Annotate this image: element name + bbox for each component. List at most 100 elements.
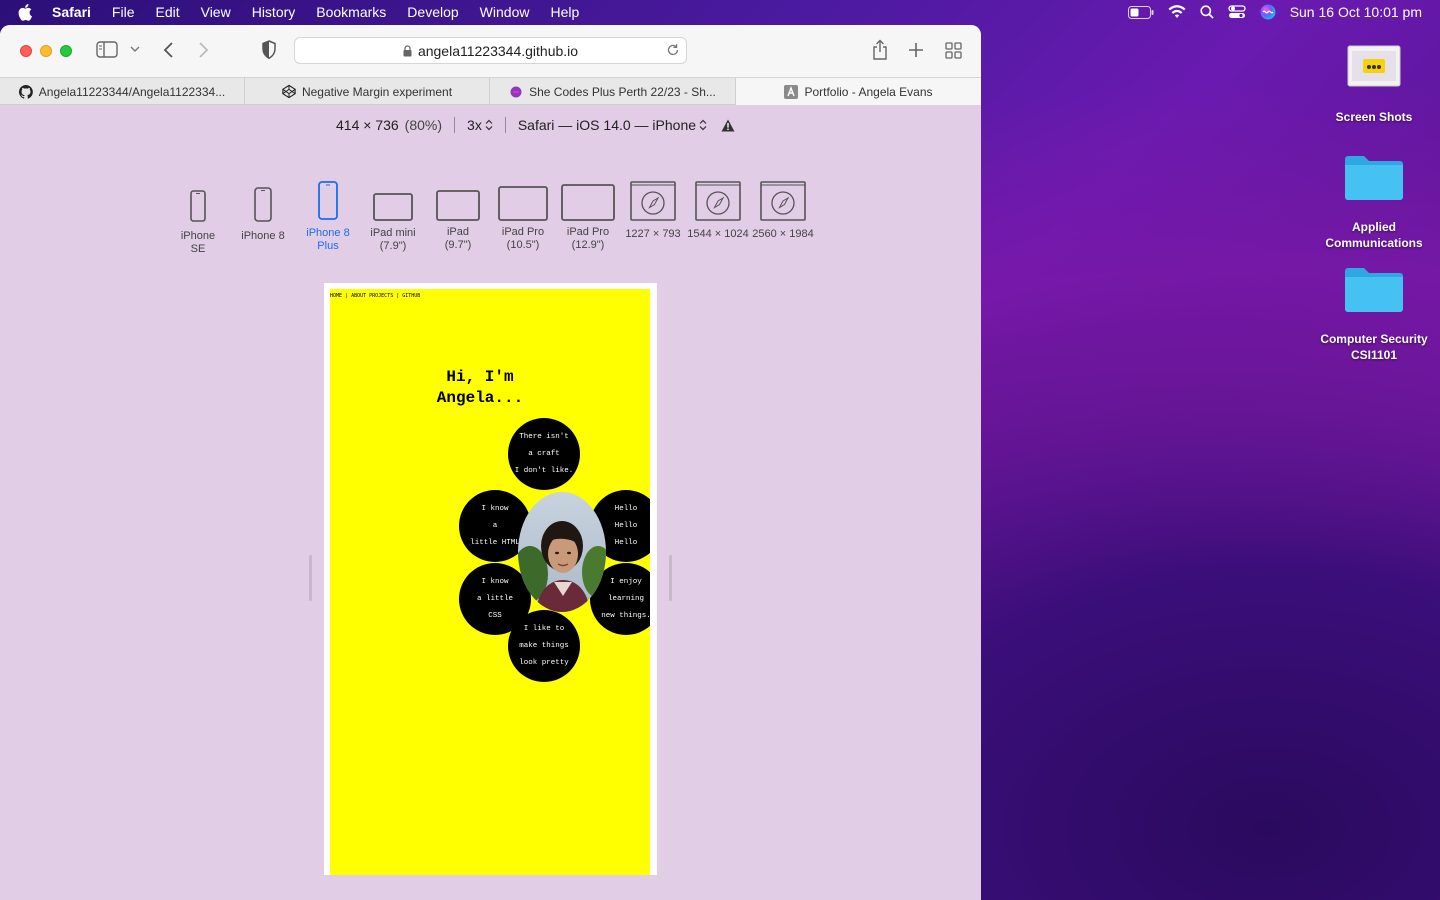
bubble-pretty: I like to make things look pretty: [508, 610, 580, 682]
apple-icon[interactable]: [18, 3, 34, 21]
letter-a-icon: [784, 84, 799, 99]
device-label: iPhone 8 Plus: [306, 227, 350, 252]
back-button[interactable]: [162, 41, 174, 59]
device-label: iPad mini (7.9"): [370, 227, 416, 252]
browser-toolbar: angela11223344.github.io: [0, 25, 981, 77]
share-icon[interactable]: [871, 39, 889, 61]
menu-window[interactable]: Window: [480, 4, 530, 20]
bubble-craft: There isn't a craft I don't like.: [508, 418, 580, 490]
bubble-line: I know: [481, 504, 509, 513]
tablet-icon: [561, 184, 615, 221]
menu-edit[interactable]: Edit: [155, 4, 179, 20]
tab-label: Angela11223344/Angela1122334...: [38, 84, 226, 99]
bubble-line: There isn't: [519, 432, 569, 441]
updown-chevron-icon: [699, 119, 707, 131]
menubar-clock[interactable]: Sun 16 Oct 10:01 pm: [1290, 4, 1422, 20]
minimize-window-button[interactable]: [40, 45, 52, 57]
bubble-line: make things: [519, 641, 569, 650]
device-ipad[interactable]: iPad (9.7"): [431, 189, 485, 252]
chevron-down-icon[interactable]: [130, 46, 140, 53]
bubble-line: a craft: [528, 449, 560, 458]
desktop-applied-communications[interactable]: Applied Communications: [1309, 151, 1439, 251]
divider: [454, 117, 456, 133]
control-center-icon[interactable]: [1228, 5, 1246, 19]
menu-develop[interactable]: Develop: [407, 4, 458, 20]
heading-line: Angela...: [436, 389, 524, 407]
site-nav[interactable]: HOME | ABOUT PROJECTS | GITHUB: [330, 293, 420, 299]
heading-line: Hi, I'm: [446, 368, 514, 386]
menu-bookmarks[interactable]: Bookmarks: [316, 4, 386, 20]
tab-bar: Angela11223344/Angela1122334... Negative…: [0, 77, 981, 105]
zoom-window-button[interactable]: [60, 45, 72, 57]
desktop-computer-security[interactable]: Computer Security CSI1101: [1309, 263, 1439, 363]
device-label: iPad Pro (10.5"): [501, 226, 545, 251]
desktop-screen-shots[interactable]: Screen Shots: [1309, 43, 1439, 125]
warning-icon[interactable]: [721, 119, 735, 132]
wifi-icon[interactable]: [1168, 5, 1186, 19]
menu-app-safari[interactable]: Safari: [52, 4, 91, 20]
new-tab-icon[interactable]: [908, 42, 924, 58]
pixel-ratio-select[interactable]: 3x: [467, 117, 493, 133]
device-label: iPhone 8: [241, 230, 285, 242]
screenshot-folder-icon: [1345, 43, 1403, 95]
compass-icon: [695, 181, 741, 221]
device-iphone-8-plus[interactable]: iPhone 8 Plus: [301, 181, 355, 253]
device-iphone-se[interactable]: iPhone SE: [173, 188, 223, 256]
battery-icon[interactable]: [1127, 5, 1154, 19]
address-bar[interactable]: angela11223344.github.io: [294, 37, 687, 64]
menu-file[interactable]: File: [112, 4, 135, 20]
desktop-icon-label: Applied Communications: [1325, 220, 1423, 250]
viewport-zoom: (80%): [404, 117, 443, 133]
device-1544x1024[interactable]: 1544 × 1024: [686, 181, 750, 241]
menu-bar: Safari File Edit View History Bookmarks …: [0, 0, 1440, 24]
phone-icon: [254, 187, 272, 222]
profile-photo: [518, 492, 606, 612]
folder-icon: [1343, 263, 1405, 319]
tablet-icon: [373, 191, 413, 221]
privacy-shield-icon[interactable]: [261, 40, 277, 60]
desktop-icon-label: Screen Shots: [1335, 110, 1413, 124]
menu-history[interactable]: History: [252, 4, 296, 20]
forward-button[interactable]: [198, 41, 210, 59]
github-icon: [18, 84, 33, 99]
reload-icon[interactable]: [666, 43, 680, 60]
compass-icon: [630, 181, 676, 221]
device-viewport: HOME | ABOUT PROJECTS | GITHUB Hi, I'm A…: [324, 283, 657, 875]
divider: [504, 117, 506, 133]
portfolio-page: HOME | ABOUT PROJECTS | GITHUB Hi, I'm A…: [330, 289, 650, 875]
lock-icon: [403, 44, 412, 57]
spotlight-search-icon[interactable]: [1200, 5, 1214, 19]
updown-chevron-icon: [485, 119, 493, 131]
viewport-dimensions[interactable]: 414 × 736: [336, 117, 399, 133]
folder-icon: [1343, 151, 1405, 207]
bubble-line: I like to: [523, 624, 565, 633]
bubble-line: I don't like.: [514, 466, 574, 475]
device-ipad-mini[interactable]: iPad mini (7.9"): [366, 191, 420, 253]
device-label: iPhone SE: [180, 230, 216, 255]
device-label: iPad Pro (12.9"): [566, 226, 610, 251]
user-agent-select[interactable]: Safari — iOS 14.0 — iPhone: [518, 117, 707, 133]
bubble-line: I know: [481, 577, 509, 586]
sidebar-toggle-icon[interactable]: [96, 41, 118, 58]
close-window-button[interactable]: [20, 45, 32, 57]
hero-heading: Hi, I'm Angela...: [330, 367, 630, 409]
device-2560x1984[interactable]: 2560 × 1984: [751, 181, 815, 241]
tab-shecodes[interactable]: She Codes Plus Perth 22/23 - Sh...: [490, 78, 736, 105]
shecodes-icon: [509, 85, 523, 99]
device-1227x793[interactable]: 1227 × 793: [623, 181, 683, 241]
device-ipad-pro-12[interactable]: iPad Pro (12.9"): [558, 184, 618, 252]
viewport-resize-handle-right[interactable]: [669, 555, 672, 601]
menu-view[interactable]: View: [201, 4, 231, 20]
viewport-resize-handle-left[interactable]: [309, 555, 312, 601]
url-text: angela11223344.github.io: [417, 42, 579, 59]
device-iphone-8[interactable]: iPhone 8: [238, 187, 288, 243]
user-agent-value: Safari — iOS 14.0 — iPhone: [517, 117, 697, 133]
codepen-icon: [282, 84, 296, 99]
tab-github[interactable]: Angela11223344/Angela1122334...: [0, 78, 245, 105]
device-ipad-pro-10[interactable]: iPad Pro (10.5"): [496, 185, 550, 252]
tab-codepen[interactable]: Negative Margin experiment: [245, 78, 490, 105]
menu-help[interactable]: Help: [550, 4, 579, 20]
tab-portfolio[interactable]: Portfolio - Angela Evans: [736, 78, 981, 105]
siri-icon[interactable]: [1260, 4, 1276, 20]
tab-overview-icon[interactable]: [945, 42, 962, 59]
